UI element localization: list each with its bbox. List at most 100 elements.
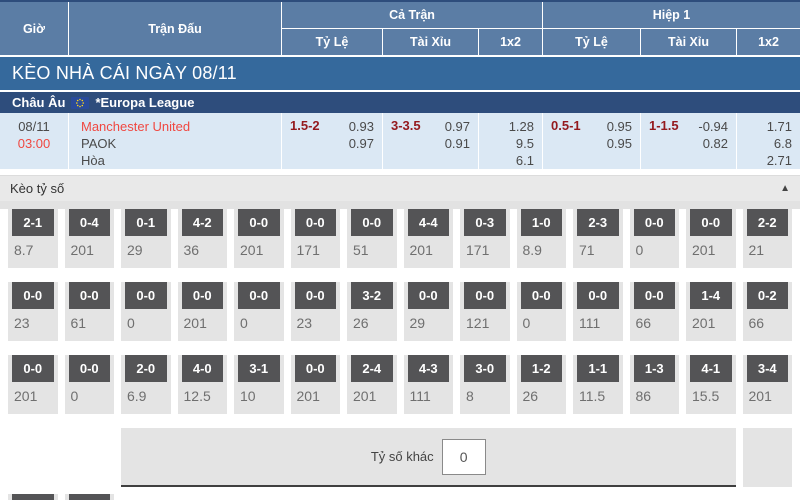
score-bet-cell[interactable]: 1-0 8.9 (517, 209, 567, 268)
score-bet-cell[interactable]: 4-1 15.5 (686, 355, 736, 414)
full-overunder-cell[interactable]: 3-3.5 0.97 0.91 (383, 113, 478, 169)
score-bet-cell[interactable]: 0-0 61 (65, 282, 115, 341)
score-odds: 0 (234, 309, 284, 331)
half-odds-1[interactable]: 1.71 (767, 118, 792, 135)
column-header-half-handicap: Tỷ Lệ (543, 29, 640, 55)
score-label: 0-0 (295, 355, 337, 382)
collapse-arrow-icon[interactable]: ▲ (780, 183, 790, 194)
score-bet-cell[interactable]: 4-2 36 (178, 209, 228, 268)
half-handicap-cell[interactable]: 0.5-1 0.95 0.95 (543, 113, 640, 169)
score-bet-cell[interactable]: 4-4 201 (404, 209, 454, 268)
score-odds: 23 (291, 309, 341, 331)
score-odds: 10 (234, 382, 284, 404)
score-label: 0-0 (634, 209, 676, 236)
score-bet-cell[interactable]: 3-1 10 (234, 355, 284, 414)
full-over-odds[interactable]: 0.97 (445, 118, 470, 135)
half-over-odds[interactable]: -0.94 (698, 118, 728, 135)
score-row: Tỷ số khác 3-3 81 0-0 131 (0, 428, 800, 500)
score-bet-cell[interactable]: 0-0 0 (65, 355, 115, 414)
score-bet-cell[interactable]: 3-4 201 (743, 355, 793, 414)
score-bet-cell[interactable]: 2-2 21 (743, 209, 793, 268)
score-label: 0-0 (408, 282, 450, 309)
score-odds: 201 (65, 236, 115, 258)
half-odds-2[interactable]: 2.71 (767, 152, 792, 169)
score-label: 0-0 (351, 209, 393, 236)
score-odds: 201 (404, 236, 454, 258)
half-overunder-cell[interactable]: 1-1.5 -0.94 0.82 (641, 113, 736, 169)
full-handicap-cell[interactable]: 1.5-2 0.93 0.97 (282, 113, 382, 169)
score-bet-cell[interactable]: 0-0 121 (460, 282, 510, 341)
score-bet-cell[interactable]: 0-0 51 (347, 209, 397, 268)
away-team-link[interactable]: PAOK (81, 135, 281, 152)
score-section-header[interactable]: Kèo tỷ số ▲ (0, 175, 800, 201)
score-label: 2-1 (12, 209, 54, 236)
score-bet-cell[interactable]: 0-0 29 (404, 282, 454, 341)
match-time: 03:00 (18, 135, 51, 152)
score-odds: 201 (234, 236, 284, 258)
score-label: 1-1 (577, 355, 619, 382)
full-under-odds[interactable]: 0.91 (445, 135, 470, 152)
score-label: 1-2 (521, 355, 563, 382)
score-bet-cell[interactable]: 1-2 26 (517, 355, 567, 414)
score-bet-cell[interactable]: 2-4 201 (347, 355, 397, 414)
half-handicap-odds-top[interactable]: 0.95 (607, 118, 632, 135)
full-handicap-odds-top[interactable]: 0.93 (349, 118, 374, 135)
score-bet-cell[interactable]: 2-1 8.7 (8, 209, 58, 268)
half-1x2-cell[interactable]: 1.71 6.8 2.71 (737, 113, 800, 169)
league-row[interactable]: Châu Âu *Europa League (0, 92, 800, 113)
score-bet-cell[interactable]: 0-0 0 (517, 282, 567, 341)
score-bet-cell[interactable]: 0-0 171 (291, 209, 341, 268)
score-bet-cell[interactable]: 0-0 0 (234, 282, 284, 341)
score-label: 0-0 (690, 209, 732, 236)
score-bet-cell[interactable]: 4-0 12.5 (178, 355, 228, 414)
full-odds-x[interactable]: 9.5 (516, 135, 534, 152)
score-bet-cell[interactable]: 0-3 171 (460, 209, 510, 268)
score-bet-cell[interactable]: 3-0 8 (460, 355, 510, 414)
score-bet-cell[interactable]: 0-0 111 (573, 282, 623, 341)
score-bet-cell[interactable]: 0-0 0 (630, 209, 680, 268)
score-label: 0-0 (69, 282, 111, 309)
score-bet-cell[interactable]: 0-4 201 (65, 209, 115, 268)
half-odds-x[interactable]: 6.8 (774, 135, 792, 152)
score-label: 3-4 (747, 355, 789, 382)
score-bet-cell[interactable]: 0-0 201 (8, 355, 58, 414)
score-bet-cell[interactable]: 1-3 86 (630, 355, 680, 414)
full-handicap-odds-bottom[interactable]: 0.97 (349, 135, 374, 152)
score-bet-cell[interactable]: 3-3 81 (8, 494, 58, 500)
score-bet-cell[interactable]: 0-0 201 (686, 209, 736, 268)
score-label: 0-4 (69, 209, 111, 236)
score-odds: 201 (8, 382, 58, 404)
score-odds: 0 (630, 236, 680, 258)
score-odds: 23 (8, 309, 58, 331)
match-date: 08/11 (18, 118, 50, 135)
score-bet-cell[interactable]: 0-1 29 (121, 209, 171, 268)
half-under-odds[interactable]: 0.82 (703, 135, 728, 152)
score-odds: 26 (347, 309, 397, 331)
score-label: 2-3 (577, 209, 619, 236)
full-odds-2[interactable]: 6.1 (516, 152, 534, 169)
score-bet-cell[interactable]: 0-0 23 (8, 282, 58, 341)
league-region: Châu Âu (12, 95, 65, 110)
score-bet-cell[interactable]: 1-4 201 (686, 282, 736, 341)
score-bet-cell[interactable]: 2-3 71 (573, 209, 623, 268)
score-bet-cell[interactable]: 0-0 201 (178, 282, 228, 341)
score-bet-cell[interactable]: 0-0 66 (630, 282, 680, 341)
score-bet-cell[interactable]: 0-0 131 (65, 494, 115, 500)
score-bet-cell[interactable]: 2-0 6.9 (121, 355, 171, 414)
full-odds-1[interactable]: 1.28 (509, 118, 534, 135)
score-bet-cell[interactable]: 4-3 111 (404, 355, 454, 414)
other-score-input[interactable] (442, 439, 486, 475)
score-grid: 2-1 8.7 0-4 201 0-1 29 4-2 36 (0, 209, 800, 500)
score-bet-cell[interactable]: 0-0 23 (291, 282, 341, 341)
score-bet-cell[interactable]: 0-2 66 (743, 282, 793, 341)
score-label: 4-0 (182, 355, 224, 382)
score-bet-cell[interactable]: 0-0 201 (234, 209, 284, 268)
home-team-link[interactable]: Manchester United (81, 118, 281, 135)
score-bet-cell[interactable]: 0-0 0 (121, 282, 171, 341)
half-handicap-odds-bottom[interactable]: 0.95 (607, 135, 632, 152)
score-bet-cell[interactable]: 3-2 26 (347, 282, 397, 341)
score-bet-cell[interactable]: 0-0 201 (291, 355, 341, 414)
score-label: 0-0 (182, 282, 224, 309)
full-1x2-cell[interactable]: 1.28 9.5 6.1 (479, 113, 542, 169)
score-bet-cell[interactable]: 1-1 11.5 (573, 355, 623, 414)
